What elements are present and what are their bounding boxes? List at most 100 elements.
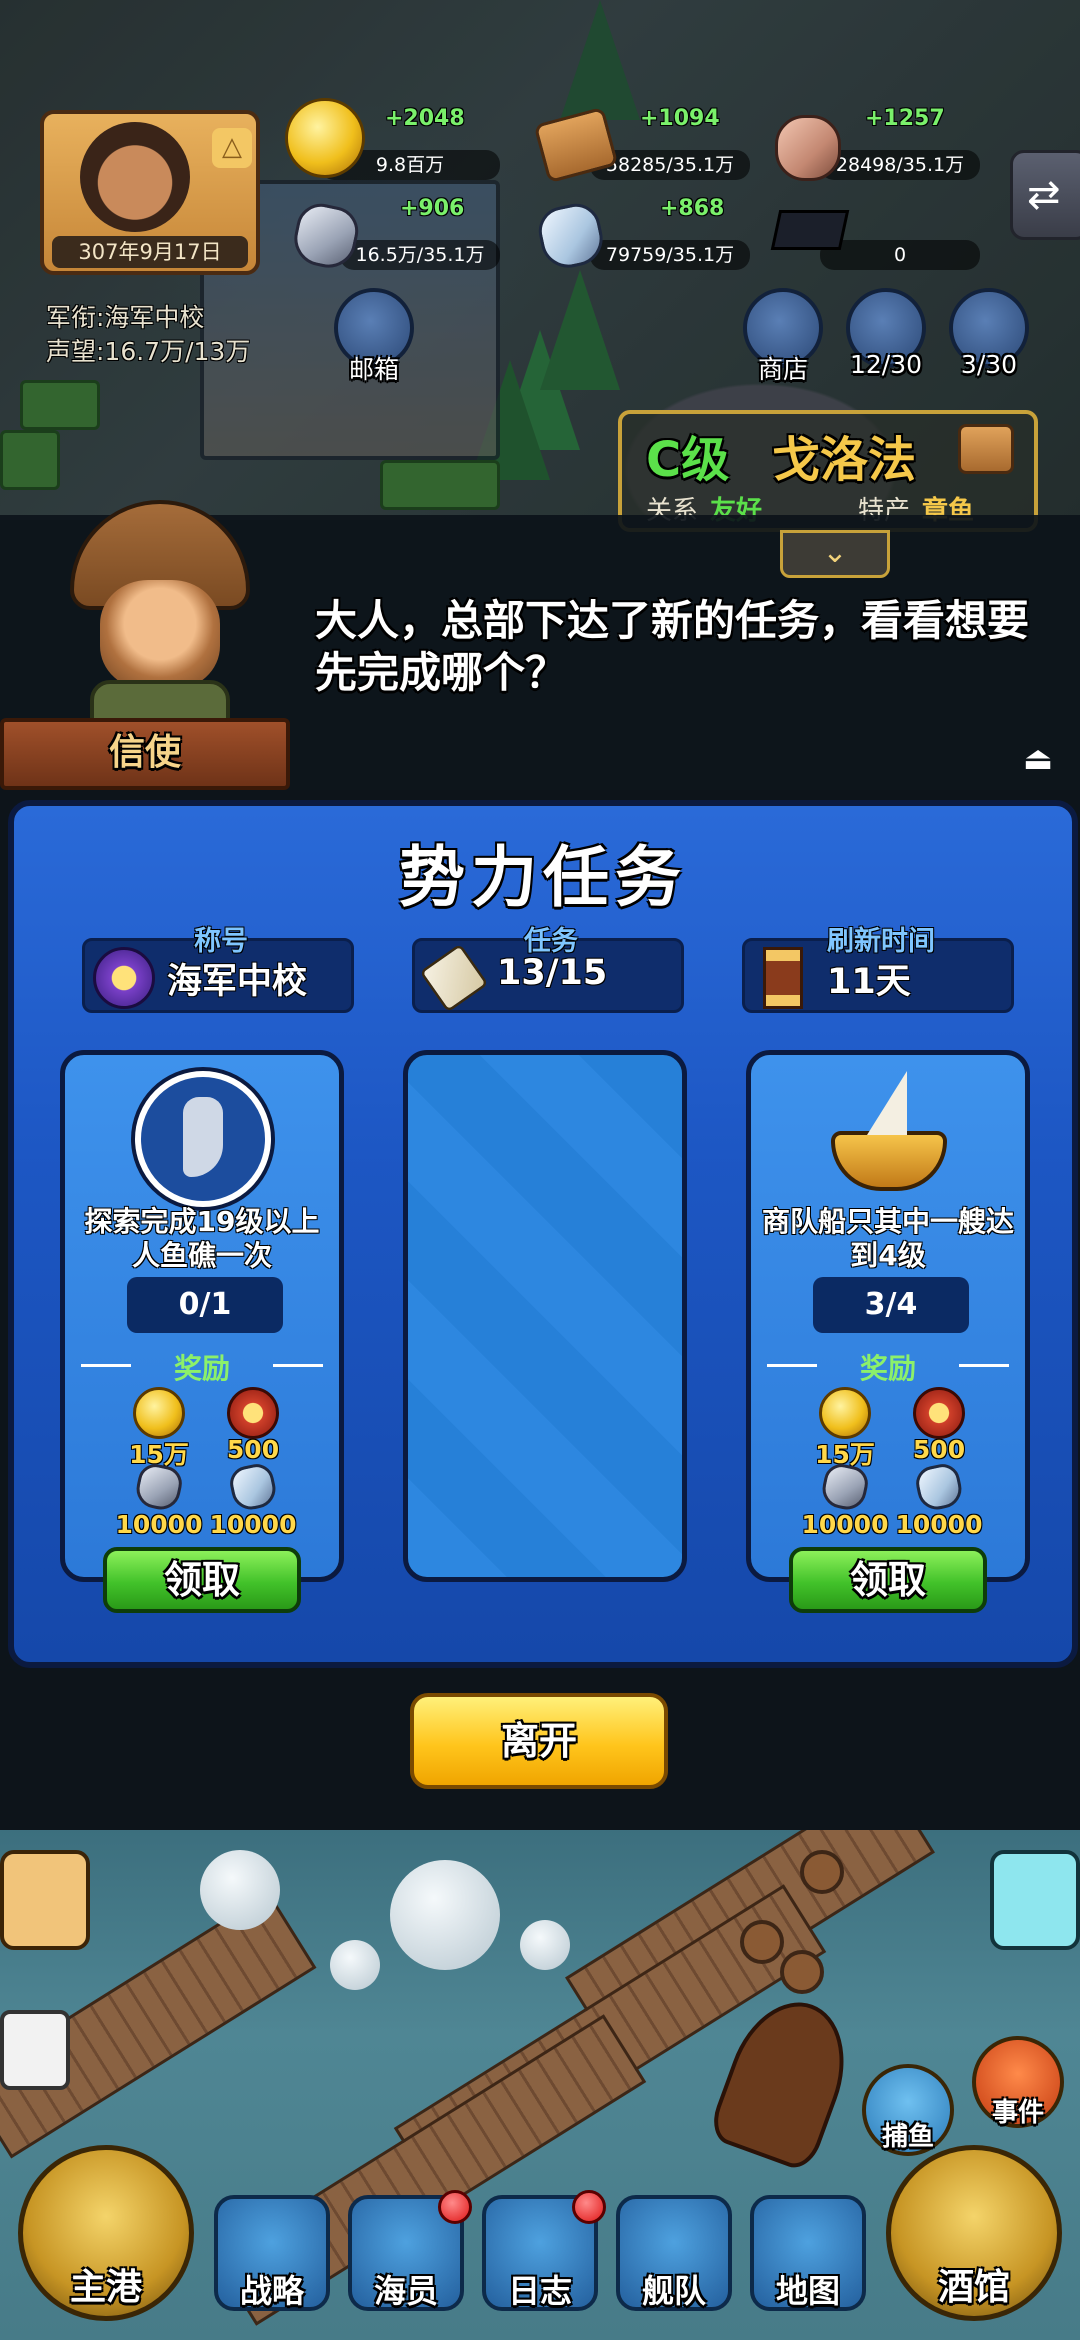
faction-missions-panel: 势力任务 称号 海军中校 任务 13/15 刷新时间 11天 探索完成19级以上… [8, 800, 1078, 1668]
shop-label: 商店 [757, 355, 808, 384]
crystal-amount: 79759/35.1万 [590, 240, 750, 270]
snowy-bush [330, 1940, 380, 1990]
mission-card[interactable]: 探索完成19级以上人鱼礁一次 0/1 奖励 15万 500 10000 1000… [60, 1050, 344, 1613]
warning-triangle-icon[interactable]: △ [212, 128, 252, 168]
reward-crystal: 10000 [209, 1510, 297, 1539]
nav-log-label: 日志 [507, 2272, 572, 2310]
crystal-icon [912, 1460, 966, 1514]
reward-label: 奖励 [859, 1352, 916, 1385]
iron-gain: +906 [400, 196, 465, 221]
reward-crystal: 10000 [895, 1510, 983, 1539]
treasure-ship-icon [821, 1071, 957, 1207]
fame-text: 声望:16.7万/13万 [46, 337, 251, 366]
rank-badge-icon [93, 947, 155, 1009]
mission-desc: 商队船只其中一艘达到4级 [761, 1205, 1014, 1272]
snowy-tree [200, 1850, 280, 1930]
town-info-panel[interactable]: C级 戈洛法 关系 友好 特产 章鱼 [618, 410, 1038, 532]
speaker-name: 信使 [0, 718, 290, 790]
mission-card[interactable]: 商队船只其中一艘达到4级 3/4 奖励 15万 500 10000 10000 … [746, 1050, 1030, 1613]
fishing-label: 捕鱼 [881, 2122, 934, 2152]
claim-button[interactable]: 领取 [789, 1547, 987, 1613]
nav-strategy-label: 战略 [239, 2272, 304, 2310]
mission-desc: 探索完成19级以上人鱼礁一次 [84, 1205, 320, 1272]
messenger-character [60, 500, 250, 740]
notification-dot [438, 2190, 472, 2224]
reward-iron: 10000 [115, 1510, 203, 1539]
barrel [780, 1950, 824, 1994]
leave-button[interactable]: 离开 [410, 1693, 668, 1789]
nav-home-label: 主港 [69, 2267, 142, 2308]
title-stat-value: 海军中校 [167, 962, 308, 1002]
slime-mascot [990, 1850, 1080, 1950]
specialty-crate-icon [958, 424, 1014, 474]
stone-amount: 28498/35.1万 [820, 150, 980, 180]
scholar-amount: 0 [820, 240, 980, 270]
town-grade: C级 [646, 432, 730, 488]
title-stat-box: 称号 海军中校 [82, 926, 354, 1013]
reward-fame: 500 [912, 1435, 966, 1464]
event-label: 事件 [991, 2098, 1044, 2128]
divider [959, 1364, 1009, 1367]
nav-crew-label: 海员 [373, 2272, 438, 2310]
divider [273, 1364, 323, 1367]
reward-fame: 500 [226, 1435, 280, 1464]
player-avatar [80, 122, 190, 232]
iron-amount: 16.5万/35.1万 [340, 240, 500, 270]
snowy-bush [520, 1920, 570, 1970]
fame-medal-icon [227, 1387, 279, 1439]
messenger-face [100, 580, 220, 690]
panel-title: 势力任务 [399, 839, 687, 916]
chevron-down-icon[interactable]: ⌄ [780, 530, 890, 578]
stone-gain: +1257 [865, 106, 945, 131]
barrel [740, 1920, 784, 1964]
gold-gain: +2048 [385, 106, 465, 131]
dialog-text: 大人，总部下达了新的任务，看看想要先完成哪个？ [315, 596, 1030, 697]
mail-label: 邮箱 [348, 355, 399, 384]
mermaid-silhouette [183, 1097, 223, 1177]
notification-dot [572, 2190, 606, 2224]
fame-medal-icon [913, 1387, 965, 1439]
stone-ore-icon [775, 115, 841, 181]
barrel [800, 1850, 844, 1894]
game-date: 307年9月17日 [52, 236, 248, 268]
crystal-icon [226, 1460, 280, 1514]
snowy-tree [390, 1860, 500, 1970]
crystal-gain: +868 [660, 196, 725, 221]
rank-text: 军衔:海军中校 [46, 303, 205, 332]
ship-hull [831, 1131, 947, 1191]
player-portrait[interactable]: △ 307年9月17日 [40, 110, 260, 275]
cat-mascot [0, 1850, 90, 1950]
mission-progress: 3/4 [813, 1277, 969, 1333]
mission-progress: 0/1 [127, 1277, 283, 1333]
reward-header: 奖励 [75, 1347, 329, 1385]
mission-stat-box: 任务 13/15 [412, 926, 684, 1013]
crew-count: 3/30 [960, 350, 1018, 379]
ghost-mascot [0, 2010, 70, 2090]
empty-mission-slot [403, 1050, 687, 1582]
gold-coin-icon [285, 98, 365, 178]
wood-gain: +1094 [640, 106, 720, 131]
docked-ship[interactable] [705, 1986, 865, 2174]
refresh-stat-value: 11天 [827, 962, 911, 1002]
mermaid-icon [135, 1071, 271, 1207]
town-name: 戈洛法 [772, 432, 917, 488]
refresh-stat-box: 刷新时间 11天 [742, 926, 1014, 1013]
reward-iron: 10000 [801, 1510, 889, 1539]
ship-sail [867, 1071, 907, 1135]
skip-dialog-icon[interactable]: ⏏ [1018, 738, 1058, 778]
books-count: 12/30 [849, 350, 923, 379]
divider [767, 1364, 817, 1367]
swap-arrows-icon[interactable]: ⇄ [1010, 150, 1080, 240]
nav-map-label: 地图 [775, 2272, 840, 2310]
gold-coin-icon [133, 1387, 185, 1439]
reward-label: 奖励 [173, 1352, 230, 1385]
claim-button[interactable]: 领取 [103, 1547, 301, 1613]
hourglass-icon [763, 947, 803, 1009]
reward-header: 奖励 [761, 1347, 1015, 1385]
nav-tavern-label: 酒馆 [937, 2267, 1010, 2308]
nav-fleet-label: 舰队 [641, 2272, 706, 2310]
mission-stat-value: 13/15 [497, 953, 608, 993]
gold-coin-icon [819, 1387, 871, 1439]
divider [81, 1364, 131, 1367]
graduation-cap-icon [770, 210, 850, 250]
